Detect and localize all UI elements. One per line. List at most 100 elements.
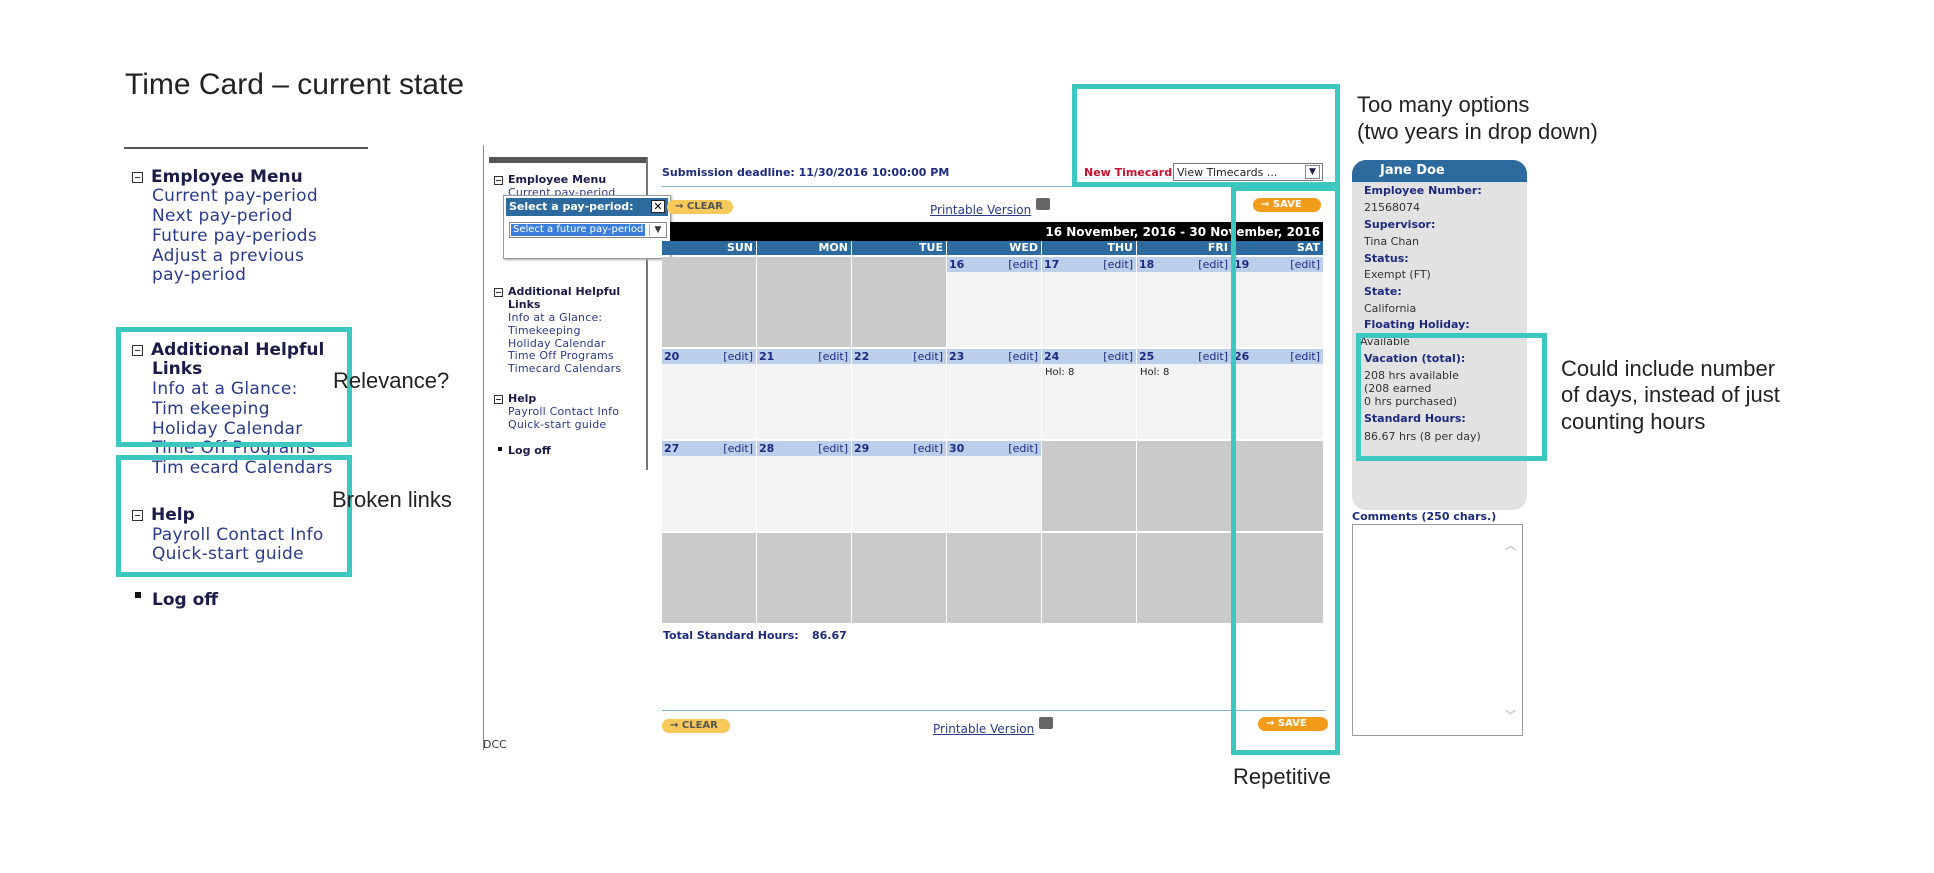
collapse-icon[interactable] bbox=[494, 175, 503, 185]
day-header-sun: SUN bbox=[662, 241, 756, 255]
collapse-icon[interactable] bbox=[494, 394, 503, 404]
edit-link[interactable]: [edit] bbox=[818, 442, 848, 455]
day-number: 25 bbox=[1139, 350, 1155, 363]
link-log-off[interactable]: Log off bbox=[152, 590, 218, 610]
calendar-cell bbox=[852, 257, 946, 347]
link-future-pay-periods[interactable]: Future pay-periods bbox=[152, 226, 317, 246]
day-number: 20 bbox=[664, 350, 680, 363]
printer-icon[interactable] bbox=[1036, 198, 1050, 210]
link-next-pay-period[interactable]: Next pay-period bbox=[152, 206, 293, 226]
note-broken-links: Broken links bbox=[332, 487, 452, 512]
sidebar-top-bar bbox=[489, 157, 647, 163]
highlight-broken-links bbox=[116, 455, 352, 577]
calendar-cell: 29 [edit] bbox=[852, 441, 946, 531]
sidebar-item-log-off[interactable]: Log off bbox=[508, 444, 551, 457]
calendar-cell bbox=[757, 533, 851, 623]
edit-link[interactable]: [edit] bbox=[1008, 258, 1038, 271]
printable-version-link-top[interactable]: Printable Version bbox=[930, 203, 1031, 217]
pay-period-select[interactable]: Select a future pay-period ▼ bbox=[509, 222, 667, 238]
calendar-cell bbox=[947, 533, 1041, 623]
day-number: 22 bbox=[854, 350, 870, 363]
chevron-down-icon[interactable]: ▼ bbox=[649, 224, 666, 236]
edit-link[interactable]: [edit] bbox=[818, 350, 848, 363]
sidebar-help[interactable]: Help bbox=[494, 392, 536, 405]
highlight-vacation bbox=[1356, 333, 1547, 461]
sidebar-employee-menu[interactable]: Employee Menu bbox=[494, 173, 606, 186]
link-adjust-previous[interactable]: Adjust a previous bbox=[152, 246, 304, 266]
sidebar-item-timecard-calendars[interactable]: Timecard Calendars bbox=[508, 362, 621, 375]
calendar-cell bbox=[1137, 441, 1231, 531]
popup-title: Select a pay-period: bbox=[509, 200, 634, 213]
day-number: 29 bbox=[854, 442, 870, 455]
calendar-cell bbox=[852, 533, 946, 623]
bullet-icon bbox=[498, 447, 502, 451]
scroll-down-icon[interactable]: ﹀ bbox=[1505, 707, 1516, 723]
day-number: 28 bbox=[759, 442, 775, 455]
edit-link[interactable]: [edit] bbox=[723, 442, 753, 455]
collapse-icon[interactable] bbox=[132, 171, 143, 183]
day-number: 30 bbox=[949, 442, 965, 455]
printer-icon[interactable] bbox=[1039, 717, 1053, 729]
edit-link[interactable]: [edit] bbox=[913, 442, 943, 455]
sidebar-additional-links-line2: Links bbox=[508, 298, 541, 311]
title-divider bbox=[124, 147, 368, 149]
clear-button-bottom[interactable]: → CLEAR bbox=[662, 719, 730, 733]
holiday-hours: Hol: 8 bbox=[1140, 367, 1170, 378]
calendar-cell: 27 [edit] bbox=[662, 441, 756, 531]
period-bar: 16 November, 2016 - 30 November, 2016 bbox=[670, 222, 1323, 241]
sidebar-additional-links[interactable]: Additional Helpful bbox=[494, 285, 620, 298]
link-current-pay-period[interactable]: Current pay-period bbox=[152, 186, 318, 206]
calendar-cell bbox=[662, 257, 756, 347]
printable-version-link-bottom[interactable]: Printable Version bbox=[933, 722, 1034, 736]
calendar-cell: 23 [edit] bbox=[947, 349, 1041, 439]
holiday-hours: Hol: 8 bbox=[1045, 367, 1075, 378]
calendar-cell bbox=[662, 533, 756, 623]
label-floating-holiday: Floating Holiday: bbox=[1364, 318, 1470, 331]
label-supervisor: Supervisor: bbox=[1364, 218, 1436, 231]
calendar-cell bbox=[1042, 441, 1136, 531]
value-employee-number: 21568074 bbox=[1364, 201, 1420, 214]
collapse-icon[interactable] bbox=[494, 287, 503, 297]
edit-link[interactable]: [edit] bbox=[913, 350, 943, 363]
sidebar-item-payroll[interactable]: Payroll Contact Info bbox=[508, 405, 619, 418]
calendar-cell: 21 [edit] bbox=[757, 349, 851, 439]
link-adjust-previous-line2[interactable]: pay-period bbox=[152, 265, 246, 285]
sidebar-item-glance[interactable]: Info at a Glance: bbox=[508, 311, 602, 324]
label-state: State: bbox=[1364, 285, 1402, 298]
sidebar-item-timekeeping[interactable]: Timekeeping bbox=[508, 324, 581, 337]
edit-link[interactable]: [edit] bbox=[1198, 258, 1228, 271]
day-header-thu: THU bbox=[1042, 241, 1136, 255]
edit-link[interactable]: [edit] bbox=[1008, 350, 1038, 363]
highlight-additional-links bbox=[116, 327, 352, 447]
value-state: California bbox=[1364, 302, 1417, 315]
calendar-cell: 18 [edit] bbox=[1137, 257, 1231, 347]
sidebar-item-current-pay-period[interactable]: Current pay-period bbox=[508, 186, 615, 195]
edit-link[interactable]: [edit] bbox=[1008, 442, 1038, 455]
calendar-cell: 24 [edit] Hol: 8 bbox=[1042, 349, 1136, 439]
edit-link[interactable]: [edit] bbox=[1198, 350, 1228, 363]
edit-link[interactable]: [edit] bbox=[1103, 258, 1133, 271]
comments-textarea[interactable]: ︿ ﹀ bbox=[1352, 524, 1523, 736]
note-could-include: Could include number bbox=[1561, 356, 1776, 381]
calendar-cell bbox=[757, 257, 851, 347]
clear-button-top[interactable]: → CLEAR bbox=[667, 200, 733, 214]
day-header-fri: FRI bbox=[1137, 241, 1231, 255]
day-number: 27 bbox=[664, 442, 680, 455]
day-number: 24 bbox=[1044, 350, 1060, 363]
popup-header: Select a pay-period: ✕ bbox=[506, 198, 668, 216]
scroll-up-icon[interactable]: ︿ bbox=[1505, 537, 1516, 553]
note-repetitive: Repetitive bbox=[1233, 764, 1331, 789]
calendar-cell: 28 [edit] bbox=[757, 441, 851, 531]
note-relevance: Relevance? bbox=[333, 368, 450, 393]
edit-link[interactable]: [edit] bbox=[1103, 350, 1133, 363]
close-icon[interactable]: ✕ bbox=[651, 200, 665, 213]
highlight-repetitive bbox=[1231, 186, 1340, 755]
sidebar-item-time-off[interactable]: Time Off Programs bbox=[508, 349, 614, 362]
day-number: 16 bbox=[949, 258, 965, 271]
total-hours-label: Total Standard Hours: bbox=[663, 629, 799, 642]
edit-link[interactable]: [edit] bbox=[723, 350, 753, 363]
calendar-cell: 30 [edit] bbox=[947, 441, 1041, 531]
value-status: Exempt (FT) bbox=[1364, 268, 1431, 281]
sidebar-item-quick-start[interactable]: Quick-start guide bbox=[508, 418, 606, 431]
employee-menu-heading[interactable]: Employee Menu bbox=[132, 167, 303, 187]
